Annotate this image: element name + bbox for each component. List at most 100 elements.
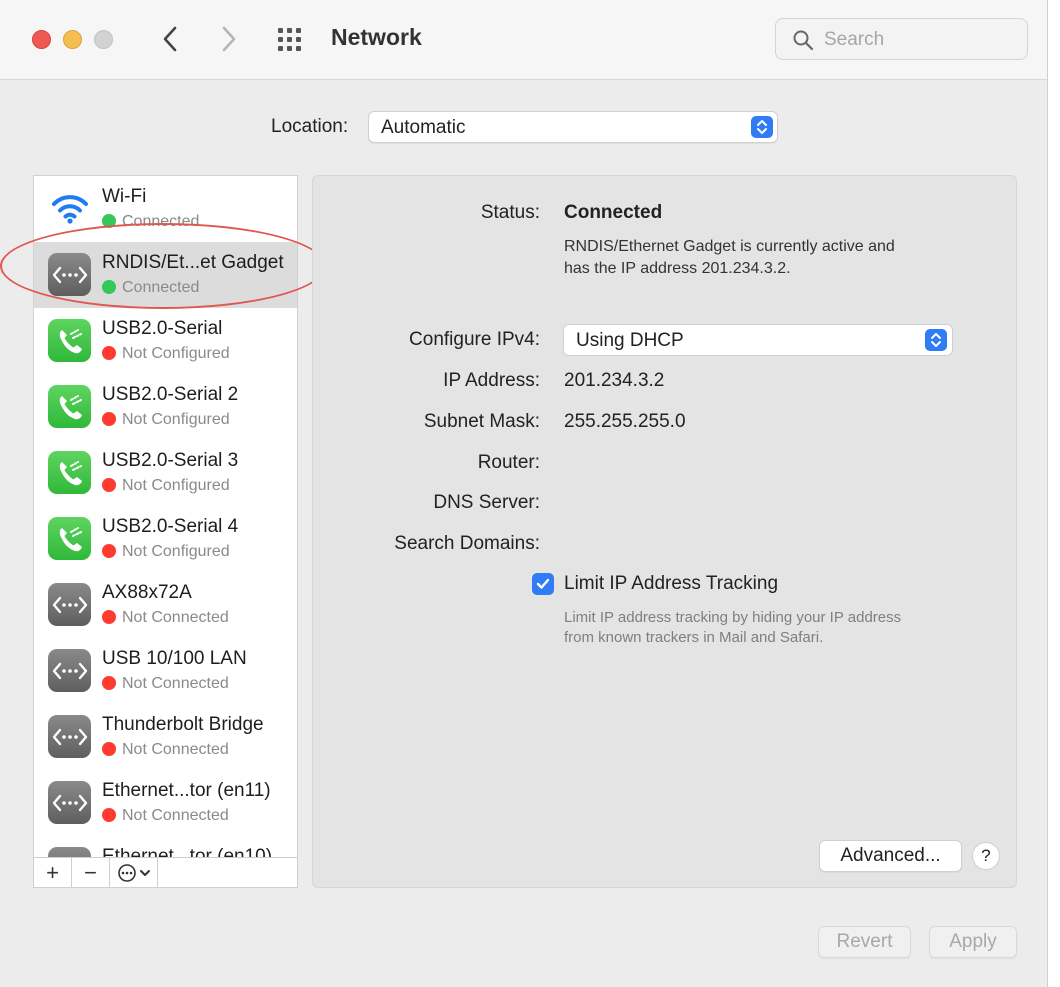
status-dot-red bbox=[102, 346, 116, 360]
revert-button[interactable]: Revert bbox=[818, 926, 911, 958]
service-item-usb-serial-4[interactable]: USB2.0-Serial 4 Not Configured bbox=[34, 506, 297, 572]
service-list-toolbar: + − bbox=[33, 857, 298, 888]
ethernet-icon bbox=[48, 649, 91, 692]
advanced-button[interactable]: Advanced... bbox=[819, 840, 962, 872]
service-status: Not Configured bbox=[102, 543, 230, 561]
ethernet-icon bbox=[48, 781, 91, 824]
service-status: Not Connected bbox=[102, 807, 229, 825]
service-item-thunderbolt-bridge[interactable]: Thunderbolt Bridge Not Connected bbox=[34, 704, 297, 770]
service-item-usb-serial-2[interactable]: USB2.0-Serial 2 Not Configured bbox=[34, 374, 297, 440]
status-dot-red bbox=[102, 544, 116, 558]
back-button[interactable] bbox=[155, 24, 185, 54]
limit-ip-tracking-checkbox[interactable] bbox=[532, 573, 554, 595]
service-item-wifi[interactable]: Wi-Fi Connected bbox=[34, 176, 297, 242]
location-label: Location: bbox=[271, 116, 349, 137]
service-item-ethernet-en11[interactable]: Ethernet...tor (en11) Not Connected bbox=[34, 770, 297, 836]
configure-ipv4-stepper[interactable] bbox=[925, 329, 947, 351]
ethernet-icon bbox=[48, 583, 91, 626]
ethernet-icon bbox=[48, 253, 91, 296]
phone-modem-icon bbox=[48, 319, 91, 362]
service-status: Not Configured bbox=[102, 411, 230, 429]
zoom-window-button[interactable] bbox=[94, 30, 113, 49]
status-dot-red bbox=[102, 478, 116, 492]
service-item-usb-serial-3[interactable]: USB2.0-Serial 3 Not Configured bbox=[34, 440, 297, 506]
subnet-mask-value: 255.255.255.0 bbox=[564, 411, 686, 432]
service-item-usb-lan[interactable]: USB 10/100 LAN Not Connected bbox=[34, 638, 297, 704]
phone-modem-icon bbox=[48, 451, 91, 494]
remove-service-button[interactable]: − bbox=[72, 858, 110, 887]
service-status: Not Connected bbox=[102, 609, 229, 627]
search-icon bbox=[793, 30, 814, 51]
status-label: Status: bbox=[480, 202, 540, 223]
router-label: Router: bbox=[477, 452, 540, 473]
details-panel bbox=[312, 175, 1017, 888]
status-dot-red bbox=[102, 742, 116, 756]
add-service-button[interactable]: + bbox=[34, 858, 72, 887]
network-service-list[interactable]: Wi-Fi Connected RNDIS/Et...et Gadget Con… bbox=[33, 175, 298, 858]
phone-modem-icon bbox=[48, 517, 91, 560]
status-dot-green bbox=[102, 280, 116, 294]
forward-button[interactable] bbox=[214, 24, 244, 54]
search-input[interactable] bbox=[822, 27, 1016, 53]
location-select[interactable]: Automatic bbox=[368, 111, 778, 143]
chevron-down-icon bbox=[139, 869, 150, 876]
location-stepper[interactable] bbox=[751, 116, 773, 138]
status-description: RNDIS/Ethernet Gadget is currently activ… bbox=[564, 238, 895, 277]
help-button[interactable]: ? bbox=[972, 842, 1000, 870]
configure-ipv4-value: Using DHCP bbox=[576, 330, 684, 351]
limit-ip-tracking-label[interactable]: Limit IP Address Tracking bbox=[564, 573, 778, 595]
show-all-button[interactable] bbox=[276, 25, 308, 55]
status-dot-green bbox=[102, 214, 116, 228]
configure-ipv4-select[interactable]: Using DHCP bbox=[563, 324, 953, 356]
service-name: Ethernet...tor (en11) bbox=[102, 780, 271, 801]
ethernet-icon bbox=[48, 715, 91, 758]
chevron-left-icon bbox=[163, 26, 177, 52]
service-status: Not Configured bbox=[102, 345, 230, 363]
service-name: USB 10/100 LAN bbox=[102, 648, 247, 669]
service-status: Connected bbox=[102, 279, 199, 297]
ip-address-value: 201.234.3.2 bbox=[564, 370, 665, 391]
apply-button[interactable]: Apply bbox=[929, 926, 1017, 958]
service-status: Connected bbox=[102, 213, 199, 231]
ip-address-label: IP Address: bbox=[443, 370, 540, 391]
status-dot-red bbox=[102, 808, 116, 822]
service-name: USB2.0-Serial 4 bbox=[102, 516, 239, 537]
service-name: RNDIS/Et...et Gadget bbox=[102, 252, 284, 273]
action-menu-button[interactable] bbox=[110, 858, 158, 887]
service-status: Not Configured bbox=[102, 477, 230, 495]
search-domains-label: Search Domains: bbox=[394, 533, 540, 554]
service-item-ax88x72a[interactable]: AX88x72A Not Connected bbox=[34, 572, 297, 638]
status-value: Connected bbox=[564, 202, 663, 223]
service-status: Not Connected bbox=[102, 741, 229, 759]
service-item-rndis[interactable]: RNDIS/Et...et Gadget Connected bbox=[34, 242, 297, 308]
ellipsis-circle-icon bbox=[117, 863, 136, 882]
configure-ipv4-label: Configure IPv4: bbox=[409, 329, 540, 350]
service-name: AX88x72A bbox=[102, 582, 192, 603]
service-item-ethernet-en10[interactable]: Ethernet...tor (en10) bbox=[34, 836, 297, 858]
subnet-mask-label: Subnet Mask: bbox=[423, 411, 540, 432]
close-window-button[interactable] bbox=[32, 30, 51, 49]
service-item-usb-serial[interactable]: USB2.0-Serial Not Configured bbox=[34, 308, 297, 374]
status-dot-red bbox=[102, 412, 116, 426]
service-status: Not Connected bbox=[102, 675, 229, 693]
limit-ip-tracking-description: Limit IP address tracking by hiding your… bbox=[564, 609, 902, 646]
window-title: Network bbox=[331, 24, 422, 50]
minimize-window-button[interactable] bbox=[63, 30, 82, 49]
title-bar: Network bbox=[0, 0, 1047, 80]
wifi-icon bbox=[48, 187, 91, 230]
chevron-up-down-icon bbox=[931, 333, 941, 347]
search-field[interactable] bbox=[775, 18, 1028, 60]
service-name: Thunderbolt Bridge bbox=[102, 714, 264, 735]
service-name: USB2.0-Serial 3 bbox=[102, 450, 239, 471]
service-name: USB2.0-Serial bbox=[102, 318, 223, 339]
service-name: USB2.0-Serial 2 bbox=[102, 384, 239, 405]
chevron-right-icon bbox=[222, 26, 236, 52]
network-preferences-window: Network Location: Automatic bbox=[0, 0, 1048, 987]
phone-modem-icon bbox=[48, 385, 91, 428]
service-name: Wi-Fi bbox=[102, 186, 147, 207]
dns-server-label: DNS Server: bbox=[433, 492, 540, 513]
checkmark-icon bbox=[536, 578, 550, 589]
chevron-up-down-icon bbox=[757, 120, 767, 134]
status-dot-red bbox=[102, 610, 116, 624]
location-value: Automatic bbox=[381, 117, 466, 138]
